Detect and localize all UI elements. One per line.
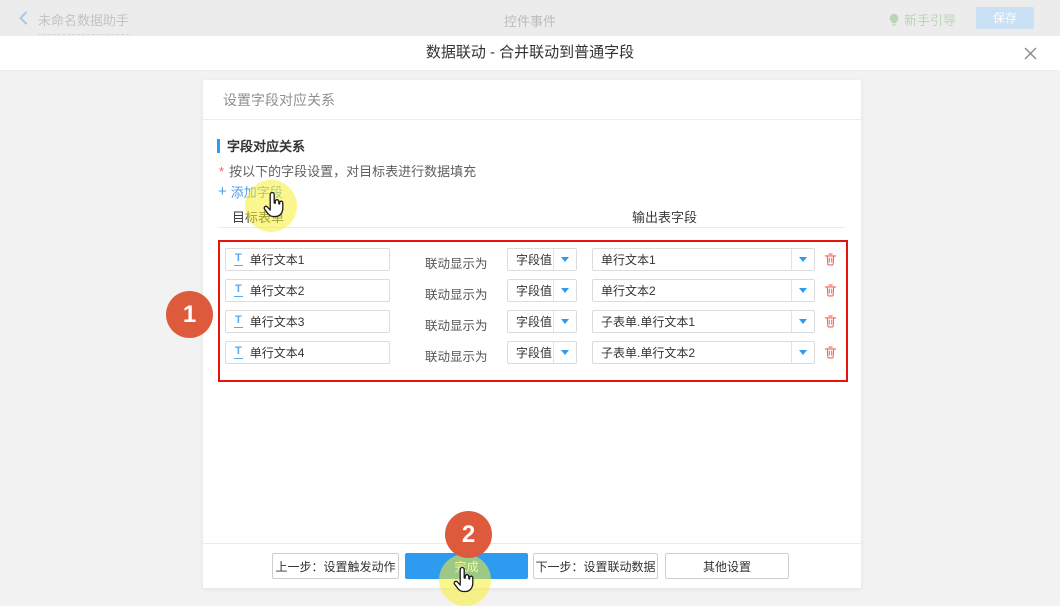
column-header-output: 输出表字段 xyxy=(632,207,697,226)
topbar-breadcrumb: 控件事件 xyxy=(504,11,556,30)
helper-text: 按以下的字段设置，对目标表进行数据填充 xyxy=(229,164,476,179)
value-mode-value: 字段值 xyxy=(508,344,553,361)
link-display-label: 联动显示为 xyxy=(425,284,488,303)
required-asterisk: * xyxy=(219,164,224,179)
topbar: 未命名数据助手 控件事件 新手引导 保存 xyxy=(0,0,1060,37)
text-field-icon: T xyxy=(234,253,243,266)
back-chevron-icon[interactable] xyxy=(18,11,28,30)
text-field-icon: T xyxy=(234,346,243,359)
target-field-input[interactable]: T 单行文本4 xyxy=(225,341,390,364)
link-display-label: 联动显示为 xyxy=(425,346,488,365)
output-field-value: 单行文本1 xyxy=(593,251,791,268)
value-mode-select[interactable]: 字段值 xyxy=(507,248,577,271)
target-field-label: 单行文本1 xyxy=(250,251,305,268)
chevron-down-icon xyxy=(791,280,814,301)
field-mapping-row: T 单行文本3 联动显示为 字段值 子表单.单行文本1 xyxy=(225,310,843,333)
link-display-label: 联动显示为 xyxy=(425,315,488,334)
chevron-down-icon xyxy=(553,342,576,363)
output-field-value: 子表单.单行文本2 xyxy=(593,344,791,361)
delete-row-icon[interactable] xyxy=(823,252,838,272)
field-mapping-row: T 单行文本2 联动显示为 字段值 单行文本2 xyxy=(225,279,843,302)
value-mode-select[interactable]: 字段值 xyxy=(507,310,577,333)
modal-header: 数据联动 - 合并联动到普通字段 xyxy=(0,36,1060,71)
helper-text-line: * 按以下的字段设置，对目标表进行数据填充 xyxy=(219,161,476,180)
beginner-guide-button[interactable]: 新手引导 xyxy=(888,10,956,29)
assistant-title: 未命名数据助手 xyxy=(38,10,129,35)
footer-separator xyxy=(203,543,861,544)
output-field-select[interactable]: 子表单.单行文本2 xyxy=(592,341,815,364)
delete-row-icon[interactable] xyxy=(823,283,838,303)
chevron-down-icon xyxy=(553,311,576,332)
target-field-label: 单行文本4 xyxy=(250,344,305,361)
other-settings-button[interactable]: 其他设置 xyxy=(665,553,789,579)
delete-row-icon[interactable] xyxy=(823,314,838,334)
chevron-down-icon xyxy=(791,342,814,363)
output-field-select[interactable]: 单行文本1 xyxy=(592,248,815,271)
output-field-select[interactable]: 单行文本2 xyxy=(592,279,815,302)
target-field-input[interactable]: T 单行文本1 xyxy=(225,248,390,271)
hand-cursor-icon xyxy=(452,566,476,599)
output-field-value: 单行文本2 xyxy=(593,282,791,299)
section-accent-bar xyxy=(217,139,220,153)
section-heading: 字段对应关系 xyxy=(217,136,305,155)
target-field-label: 单行文本2 xyxy=(250,282,305,299)
chevron-down-icon xyxy=(553,280,576,301)
rows-container: T 单行文本1 联动显示为 字段值 单行文本1 T 单行文本2 联动显示为 字段… xyxy=(225,248,843,364)
value-mode-select[interactable]: 字段值 xyxy=(507,279,577,302)
panel-title: 设置字段对应关系 xyxy=(203,80,861,120)
step-1-badge: 1 xyxy=(166,291,213,338)
field-mapping-panel: 设置字段对应关系 字段对应关系 *按以下的字段设置，对目标表进行数据填充 + 添… xyxy=(203,80,861,588)
text-field-icon: T xyxy=(234,315,243,328)
column-separator xyxy=(217,227,845,228)
next-step-button[interactable]: 下一步：设置联动数据 xyxy=(533,553,658,579)
prev-step-button[interactable]: 上一步：设置触发动作 xyxy=(272,553,399,579)
chevron-down-icon xyxy=(791,311,814,332)
step-2-badge: 2 xyxy=(445,511,492,558)
link-display-label: 联动显示为 xyxy=(425,253,488,272)
target-field-input[interactable]: T 单行文本2 xyxy=(225,279,390,302)
chevron-down-icon xyxy=(553,249,576,270)
value-mode-value: 字段值 xyxy=(508,251,553,268)
output-field-select[interactable]: 子表单.单行文本1 xyxy=(592,310,815,333)
modal-title: 数据联动 - 合并联动到普通字段 xyxy=(0,36,1060,70)
target-field-label: 单行文本3 xyxy=(250,313,305,330)
output-field-value: 子表单.单行文本1 xyxy=(593,313,791,330)
chevron-down-icon xyxy=(791,249,814,270)
value-mode-value: 字段值 xyxy=(508,313,553,330)
value-mode-select[interactable]: 字段值 xyxy=(507,341,577,364)
guide-label: 新手引导 xyxy=(904,10,956,29)
close-icon[interactable] xyxy=(1023,46,1038,61)
target-field-input[interactable]: T 单行文本3 xyxy=(225,310,390,333)
value-mode-value: 字段值 xyxy=(508,282,553,299)
bulb-icon xyxy=(888,13,900,27)
field-mapping-row: T 单行文本1 联动显示为 字段值 单行文本1 xyxy=(225,248,843,271)
field-mapping-row: T 单行文本4 联动显示为 字段值 子表单.单行文本2 xyxy=(225,341,843,364)
hand-cursor-icon xyxy=(262,191,286,224)
delete-row-icon[interactable] xyxy=(823,345,838,365)
plus-icon: + xyxy=(218,185,227,198)
text-field-icon: T xyxy=(234,284,243,297)
section-title: 字段对应关系 xyxy=(227,136,305,155)
save-button[interactable]: 保存 xyxy=(976,7,1034,29)
